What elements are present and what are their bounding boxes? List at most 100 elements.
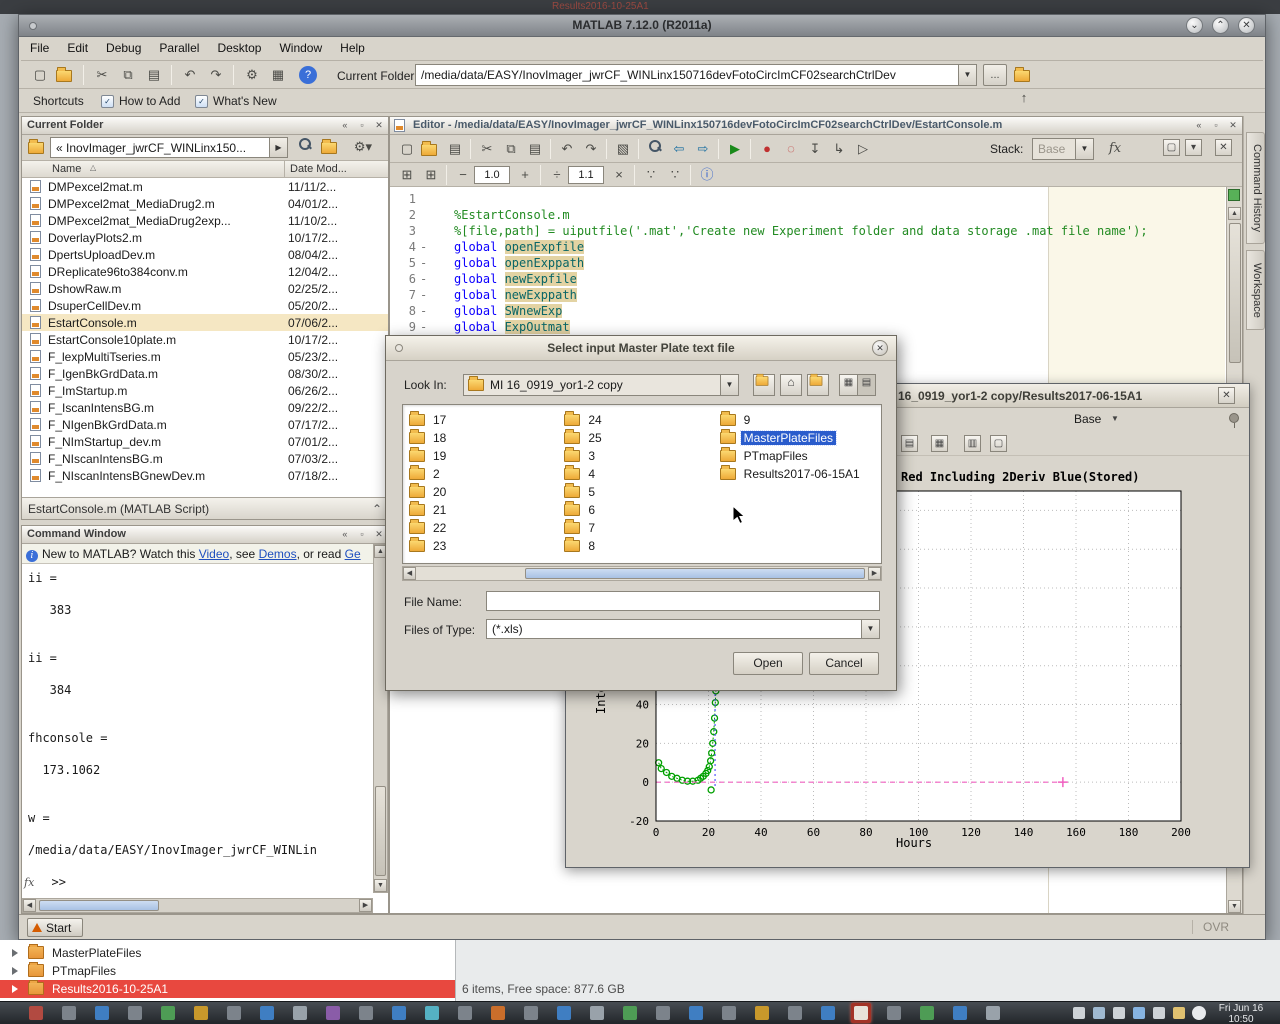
- video-link[interactable]: Video: [199, 547, 229, 561]
- folder-item[interactable]: 18: [409, 429, 564, 447]
- info-icon[interactable]: ⓘ: [696, 164, 718, 186]
- file-row[interactable]: F_NIscanIntensBG.m07/03/2...: [22, 450, 388, 467]
- taskbar-app-icon[interactable]: [389, 1003, 409, 1023]
- name-column-header[interactable]: Name: [52, 163, 81, 175]
- find-icon[interactable]: [644, 138, 666, 160]
- code-line[interactable]: 2%EstartConsole.m: [390, 207, 1226, 223]
- tab-workspace[interactable]: Workspace: [1246, 250, 1265, 330]
- shortcut-how-to-add[interactable]: How to Add: [119, 94, 180, 108]
- folder-item[interactable]: 24: [564, 411, 719, 429]
- home-icon[interactable]: ⌂: [780, 374, 802, 396]
- file-row[interactable]: EstartConsole.m07/06/2...: [22, 314, 388, 331]
- maximize-panel-icon[interactable]: ▫: [355, 528, 369, 541]
- undock-icon[interactable]: «: [338, 119, 352, 132]
- simulink-icon[interactable]: ⚙: [241, 64, 263, 86]
- folder-item[interactable]: 21: [409, 501, 564, 519]
- tray-icon[interactable]: [1073, 1007, 1085, 1019]
- getting-started-link[interactable]: Ge: [345, 547, 361, 561]
- folder-item[interactable]: 4: [564, 465, 719, 483]
- file-row[interactable]: F_ImStartup.m06/26/2...: [22, 382, 388, 399]
- tray-icon[interactable]: [1153, 1007, 1165, 1019]
- taskbar-app-icon[interactable]: [422, 1003, 442, 1023]
- cell-multiplier-field[interactable]: 1.1: [568, 166, 604, 184]
- details-view-icon[interactable]: ▤: [857, 374, 876, 396]
- taskbar-app-icon[interactable]: [26, 1003, 46, 1023]
- redo-icon[interactable]: ↷: [205, 64, 227, 86]
- close-panel-icon[interactable]: ✕: [1226, 119, 1240, 132]
- panel-header[interactable]: Command Window « ▫ ✕: [22, 526, 388, 544]
- code-line[interactable]: 7-global newExppath: [390, 287, 1226, 303]
- scrollbar-thumb[interactable]: [39, 900, 159, 911]
- folder-item[interactable]: 6: [564, 501, 719, 519]
- code-line[interactable]: 4-global openExpfile: [390, 239, 1226, 255]
- file-row[interactable]: DoverlayPlots2.m10/17/2...: [22, 229, 388, 246]
- file-row[interactable]: F_lexpMultiTseries.m05/23/2...: [22, 348, 388, 365]
- search-icon[interactable]: [294, 136, 315, 157]
- list-view-icon[interactable]: ▦: [839, 374, 858, 396]
- file-row[interactable]: F_NIgenBkGrdData.m07/17/2...: [22, 416, 388, 433]
- taskbar-app-icon[interactable]: [686, 1003, 706, 1023]
- clear-breakpoints-icon[interactable]: ◌: [780, 138, 802, 160]
- chevron-down-icon[interactable]: ▼: [1111, 414, 1119, 423]
- maximize-button[interactable]: ⌃: [1212, 17, 1229, 34]
- set-breakpoint-icon[interactable]: ●: [756, 138, 778, 160]
- up-folder-icon[interactable]: ↑: [1013, 64, 1035, 86]
- file-row[interactable]: DReplicate96to384conv.m12/04/2...: [22, 263, 388, 280]
- column-divider[interactable]: [284, 161, 285, 178]
- scroll-right-arrow[interactable]: ▶: [868, 567, 881, 580]
- undo-icon[interactable]: ↶: [556, 138, 578, 160]
- taskbar-app-icon[interactable]: [752, 1003, 772, 1023]
- current-folder-combobox[interactable]: /media/data/EASY/InovImager_jwrCF_WINLin…: [415, 64, 977, 86]
- cell-divider-icon[interactable]: ⊞: [420, 164, 442, 186]
- taskbar-app-icon[interactable]: [521, 1003, 541, 1023]
- chevron-down-icon[interactable]: ▼: [861, 620, 879, 638]
- step-icon[interactable]: ↧: [804, 138, 826, 160]
- scroll-left-arrow[interactable]: ◀: [23, 899, 36, 912]
- subplot-icon[interactable]: ▢: [990, 435, 1007, 452]
- taskbar-app-icon[interactable]: [653, 1003, 673, 1023]
- pin-icon[interactable]: [1229, 413, 1239, 423]
- expander-icon[interactable]: [12, 967, 18, 975]
- code-analyzer-indicator[interactable]: [1228, 189, 1240, 201]
- panel-header[interactable]: Current Folder « ▫ ✕: [22, 117, 388, 135]
- tray-icon[interactable]: [1093, 1007, 1105, 1019]
- taskbar-app-icon[interactable]: [257, 1003, 277, 1023]
- scrollbar-thumb[interactable]: [375, 786, 386, 876]
- expander-icon[interactable]: [12, 985, 18, 993]
- code-line[interactable]: 8-global SWnewExp: [390, 303, 1226, 319]
- taskbar-app-icon[interactable]: [917, 1003, 937, 1023]
- horizontal-scrollbar[interactable]: ◀ ▶: [22, 898, 373, 913]
- look-in-combobox[interactable]: MI 16_0919_yor1-2 copy ▼: [463, 374, 739, 396]
- open-file-icon[interactable]: [420, 138, 442, 160]
- multiply-icon[interactable]: ×: [608, 164, 630, 186]
- folder-item[interactable]: MasterPlateFiles: [720, 429, 875, 447]
- taskbar-app-icon[interactable]: [323, 1003, 343, 1023]
- create-new-folder-icon[interactable]: [807, 374, 829, 396]
- file-row[interactable]: F_NIscanIntensBGnewDev.m07/18/2...: [22, 467, 388, 484]
- menu-file[interactable]: File: [21, 37, 58, 61]
- grid-view-icon[interactable]: ▦: [931, 435, 948, 452]
- tree-item[interactable]: Results2016-10-25A1: [0, 980, 455, 998]
- collapse-details-icon[interactable]: ⌃: [372, 502, 382, 516]
- save-icon[interactable]: ▤: [444, 138, 466, 160]
- chevron-down-icon[interactable]: ▼: [958, 65, 976, 85]
- paste-icon[interactable]: ▤: [524, 138, 546, 160]
- redo-icon[interactable]: ↷: [580, 138, 602, 160]
- file-row[interactable]: DpertsUploadDev.m08/04/2...: [22, 246, 388, 263]
- dock-editor-icon[interactable]: ▢: [1163, 139, 1180, 156]
- taskbar-app-icon[interactable]: [191, 1003, 211, 1023]
- print-icon[interactable]: ▧: [612, 138, 634, 160]
- profiler-icon[interactable]: ∵: [664, 164, 686, 186]
- folder-list[interactable]: 17181922021222324253456789MasterPlateFil…: [402, 404, 882, 564]
- run-icon[interactable]: ▶: [724, 138, 746, 160]
- actions-gear-icon[interactable]: ⚙▾: [348, 136, 378, 157]
- browse-folder-button[interactable]: ...: [983, 64, 1007, 86]
- maximize-panel-icon[interactable]: ▫: [355, 119, 369, 132]
- cut-icon[interactable]: ✂: [91, 64, 113, 86]
- scroll-left-arrow[interactable]: ◀: [403, 567, 416, 580]
- cut-icon[interactable]: ✂: [476, 138, 498, 160]
- folder-item[interactable]: 5: [564, 483, 719, 501]
- tab-command-history[interactable]: Command History: [1246, 132, 1265, 244]
- minimize-button[interactable]: ⌄: [1186, 17, 1203, 34]
- taskbar-app-icon[interactable]: [851, 1003, 871, 1023]
